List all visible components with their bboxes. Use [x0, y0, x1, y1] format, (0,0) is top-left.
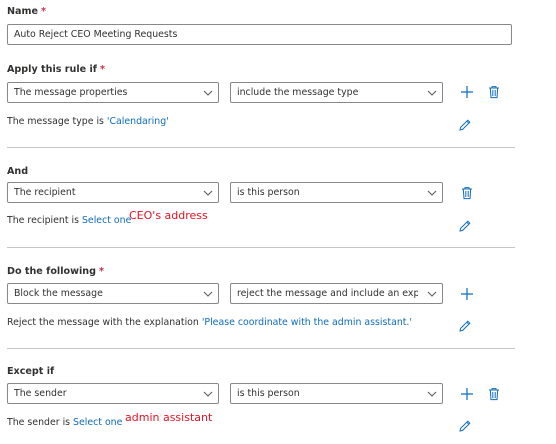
edit-pencil-icon[interactable]	[458, 219, 472, 233]
edit-pencil-icon[interactable]	[458, 319, 472, 333]
chevron-down-icon	[202, 187, 214, 199]
message-type-value[interactable]: 'Calendaring'	[107, 116, 169, 127]
recipient-select-link[interactable]: Select one	[82, 215, 131, 226]
apply-property-select[interactable]: The message properties	[7, 82, 219, 103]
chevron-down-icon	[202, 87, 214, 99]
except-condition-select[interactable]: is this person	[230, 383, 443, 404]
action-condition-select[interactable]: reject the message and include an exp...	[230, 283, 443, 304]
edit-pencil-icon[interactable]	[458, 118, 472, 132]
delete-condition-icon[interactable]	[487, 85, 501, 99]
add-action-icon[interactable]	[460, 287, 474, 301]
apply-condition-select[interactable]: include the message type	[230, 82, 443, 103]
and-description: The recipient is Select one	[7, 215, 132, 226]
chevron-down-icon	[202, 388, 214, 400]
explanation-value[interactable]: 'Please coordinate with the admin assist…	[202, 317, 412, 328]
and-property-select[interactable]: The recipient	[7, 182, 219, 203]
do-following-label: Do the following *	[7, 266, 104, 277]
divider	[7, 348, 515, 349]
except-property-select[interactable]: The sender	[7, 383, 219, 404]
divider	[7, 147, 515, 148]
add-exception-icon[interactable]	[460, 387, 474, 401]
chevron-down-icon	[426, 187, 438, 199]
divider	[7, 247, 515, 248]
name-input[interactable]: Auto Reject CEO Meeting Requests	[7, 24, 512, 45]
edit-pencil-icon[interactable]	[458, 419, 472, 433]
apply-description: The message type is 'Calendaring'	[7, 116, 169, 127]
except-if-label: Except if	[7, 366, 55, 377]
and-condition-select[interactable]: is this person	[230, 182, 443, 203]
add-condition-icon[interactable]	[460, 85, 474, 99]
chevron-down-icon	[426, 87, 438, 99]
annotation-ceo-address: CEO's address	[129, 209, 208, 222]
action-description: Reject the message with the explanation …	[7, 317, 412, 328]
delete-exception-icon[interactable]	[487, 387, 501, 401]
apply-rule-label: Apply this rule if *	[7, 64, 105, 75]
except-description: The sender is Select one	[7, 417, 123, 428]
chevron-down-icon	[426, 288, 438, 300]
chevron-down-icon	[202, 288, 214, 300]
annotation-admin-assistant: admin assistant	[125, 411, 213, 424]
action-select[interactable]: Block the message	[7, 283, 219, 304]
sender-select-link[interactable]: Select one	[73, 417, 122, 428]
and-label: And	[7, 166, 29, 177]
name-label: Name *	[7, 6, 47, 17]
delete-condition-icon[interactable]	[460, 186, 474, 200]
chevron-down-icon	[426, 388, 438, 400]
